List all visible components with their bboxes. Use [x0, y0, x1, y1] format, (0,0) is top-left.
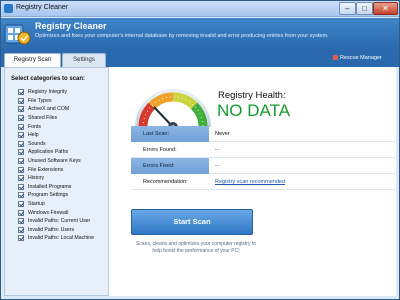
- category-item[interactable]: Unused Software Keys: [18, 157, 108, 166]
- rescue-manager-link[interactable]: Rescue Manager: [333, 55, 382, 61]
- category-label: Unused Software Keys: [28, 158, 81, 165]
- category-label: Program Settings: [28, 192, 69, 199]
- category-checkbox[interactable]: [18, 226, 24, 233]
- app-icon: [4, 4, 13, 13]
- info-row: Last Scan: Never: [131, 126, 395, 142]
- category-checkbox[interactable]: [18, 158, 24, 165]
- category-label: Shared Files: [28, 115, 58, 122]
- registry-health-value: NO DATA: [217, 101, 291, 120]
- rescue-manager-label: Rescue Manager: [340, 55, 382, 61]
- category-label: Fonts: [28, 123, 41, 130]
- info-row: Errors Fixed: --: [131, 158, 395, 174]
- category-checkbox[interactable]: [18, 140, 24, 147]
- category-item[interactable]: Invalid Paths: Current User: [18, 217, 108, 226]
- category-item[interactable]: Program Settings: [18, 191, 108, 200]
- category-label: Installed Programs: [28, 183, 72, 190]
- category-label: File Types: [28, 97, 52, 104]
- category-item[interactable]: Fonts: [18, 122, 108, 131]
- category-checkbox[interactable]: [18, 97, 24, 104]
- category-label: Sounds: [28, 140, 46, 147]
- category-checkbox[interactable]: [18, 235, 24, 242]
- category-label: ActiveX and COM: [28, 106, 70, 113]
- category-label: Invalid Paths: Local Machine: [28, 235, 95, 242]
- category-item[interactable]: File Extensions: [18, 165, 108, 174]
- category-item[interactable]: Startup: [18, 200, 108, 209]
- category-checkbox[interactable]: [18, 123, 24, 130]
- rescue-icon: [333, 55, 338, 60]
- category-checkbox[interactable]: [18, 149, 24, 156]
- start-scan-button[interactable]: Start Scan: [131, 209, 253, 235]
- category-label: History: [28, 175, 45, 182]
- info-key: Errors Fixed:: [131, 158, 209, 174]
- category-item[interactable]: Invalid Paths: Users: [18, 226, 108, 235]
- category-label: Application Paths: [28, 149, 69, 156]
- info-row: Recommendation: Registry scan recommended: [131, 174, 395, 190]
- category-checkbox[interactable]: [18, 89, 24, 96]
- category-label: File Extensions: [28, 166, 64, 173]
- category-label: Help: [28, 132, 39, 139]
- registry-cleaner-logo-icon: [4, 24, 31, 45]
- category-item[interactable]: ActiveX and COM: [18, 105, 108, 114]
- category-item[interactable]: Help: [18, 131, 108, 140]
- title-bar[interactable]: Registry Cleaner – □ ✕: [1, 1, 399, 17]
- category-label: Registry Integrity: [28, 89, 67, 96]
- category-item[interactable]: File Types: [18, 97, 108, 106]
- category-checkbox[interactable]: [18, 183, 24, 190]
- info-key: Last Scan:: [131, 126, 209, 142]
- category-item[interactable]: Shared Files: [18, 114, 108, 123]
- category-checkbox[interactable]: [18, 209, 24, 216]
- scan-info-table: Last Scan: Never Errors Found: -- Errors Fix…: [131, 126, 395, 190]
- registry-health-label: Registry Health:: [218, 90, 286, 101]
- tab-registry-scan[interactable]: Registry Scan: [4, 53, 61, 67]
- tab-settings[interactable]: Settings: [62, 53, 106, 67]
- category-checkbox[interactable]: [18, 218, 24, 225]
- category-label: Invalid Paths: Users: [28, 226, 75, 233]
- category-item[interactable]: Sounds: [18, 140, 108, 149]
- app-window: Registry Cleaner – □ ✕ Registry Cleaner …: [0, 0, 400, 300]
- info-value: Never: [215, 131, 230, 137]
- maximize-button[interactable]: □: [356, 2, 373, 15]
- categories-title: Select categories to scan:: [11, 76, 86, 82]
- header-title: Registry Cleaner: [35, 21, 107, 31]
- info-value: --: [215, 163, 219, 169]
- category-checkbox[interactable]: [18, 115, 24, 122]
- minimize-button[interactable]: –: [339, 2, 356, 15]
- category-item[interactable]: Application Paths: [18, 148, 108, 157]
- category-checkbox[interactable]: [18, 106, 24, 113]
- header-subtitle: Optimizes and fixes your computer's inte…: [35, 33, 329, 39]
- category-checkbox[interactable]: [18, 132, 24, 139]
- category-label: Startup: [28, 201, 45, 208]
- category-checkbox[interactable]: [18, 192, 24, 199]
- category-item[interactable]: Installed Programs: [18, 183, 108, 192]
- category-label: Windows Firewall: [28, 209, 69, 216]
- category-item[interactable]: Invalid Paths: Local Machine: [18, 234, 108, 243]
- category-item[interactable]: History: [18, 174, 108, 183]
- category-label: Invalid Paths: Current User: [28, 218, 91, 225]
- category-item[interactable]: Windows Firewall: [18, 208, 108, 217]
- categories-list: Registry Integrity File Types ActiveX and …: [18, 88, 108, 243]
- start-scan-description: Scans, cleans and optimizes your compute…: [135, 241, 257, 254]
- category-item[interactable]: Registry Integrity: [18, 88, 108, 97]
- info-row: Errors Found: --: [131, 142, 395, 158]
- category-checkbox[interactable]: [18, 166, 24, 173]
- window-title: Registry Cleaner: [16, 4, 69, 11]
- info-key: Recommendation:: [143, 179, 188, 185]
- header-banner: Registry Cleaner Optimizes and fixes you…: [1, 18, 399, 50]
- info-key: Errors Found:: [143, 147, 177, 153]
- tab-strip: Registry Scan Settings Rescue Manager: [1, 50, 399, 67]
- category-checkbox[interactable]: [18, 201, 24, 208]
- close-button[interactable]: ✕: [373, 2, 398, 15]
- category-checkbox[interactable]: [18, 175, 24, 182]
- info-value: --: [215, 147, 219, 153]
- recommendation-link[interactable]: Registry scan recommended: [215, 174, 285, 190]
